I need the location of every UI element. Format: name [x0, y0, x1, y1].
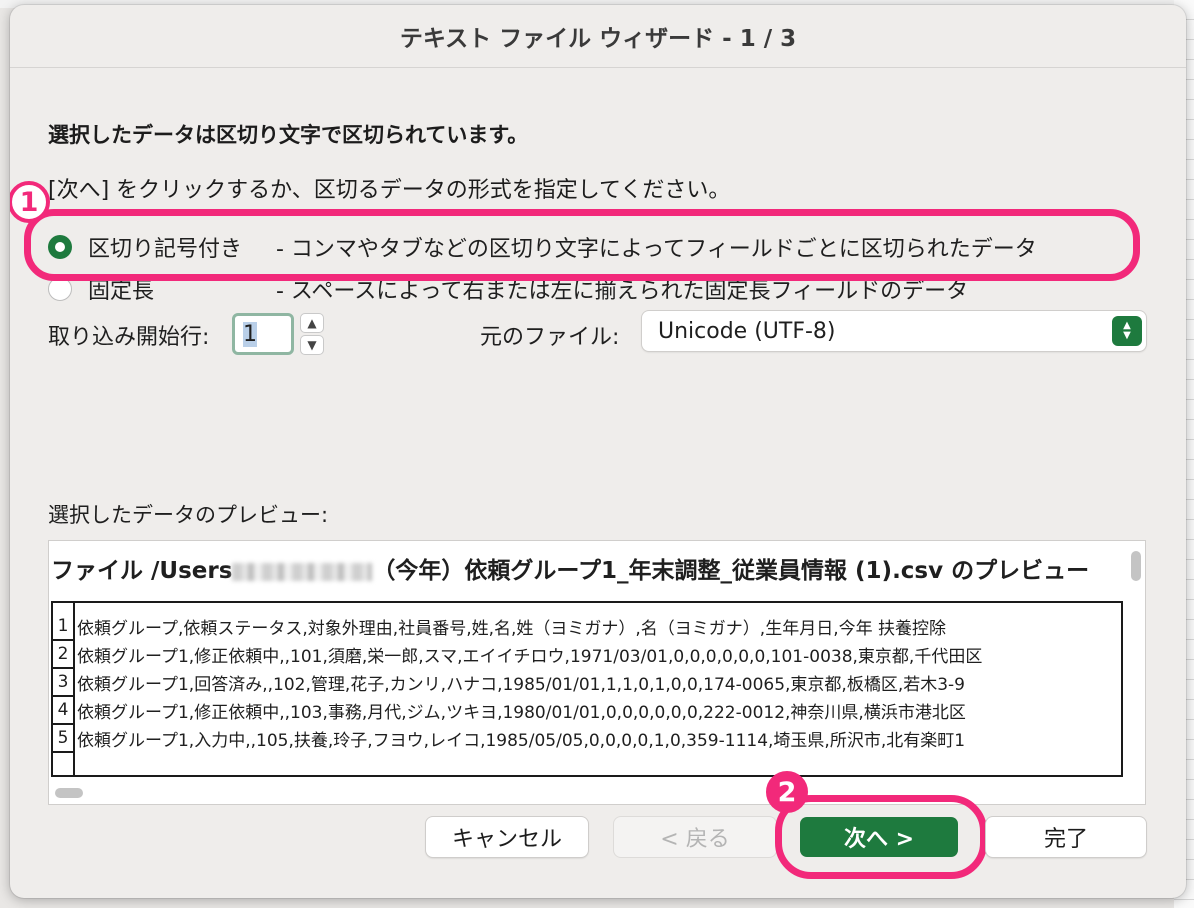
option-description: - コンマやタブなどの区切り文字によってフィールドごとに区切られたデータ [276, 237, 1037, 262]
preview-title: ファイル /Users （今年）依頼グループ1_年末調整_従業員情報 (1).cs… [51, 551, 1089, 585]
option-delimited[interactable]: 区切り記号付き - コンマやタブなどの区切り文字によってフィールドごとに区切られ… [48, 231, 1037, 263]
row-number: 2 [57, 644, 69, 664]
row-text: 依頼グループ1,修正依頼中,,103,事務,月代,ジム,ツキヨ,1980/01/… [77, 702, 966, 723]
cancel-button[interactable]: キャンセル [426, 817, 588, 857]
table-row: 3 依頼グループ1,回答済み,,102,管理,花子,カンリ,ハナコ,1985/0… [53, 667, 1121, 697]
origin-value: Unicode (UTF-8) [658, 318, 836, 344]
start-row-label: 取り込み開始行: [48, 325, 210, 350]
start-row-stepper[interactable]: ▲ ▼ [300, 313, 324, 355]
horizontal-scrollbar[interactable] [55, 788, 83, 798]
dialog-title: テキスト ファイル ウィザード - 1 / 3 [10, 5, 1186, 68]
table-row: 4 依頼グループ1,修正依頼中,,103,事務,月代,ジム,ツキヨ,1980/0… [53, 695, 1121, 725]
row-divider [53, 751, 75, 753]
origin-label: 元のファイル: [480, 325, 620, 350]
preview-grid: 1 依頼グループ,依頼ステータス,対象外理由,社員番号,姓,名,姓（ヨミガナ）,… [51, 601, 1123, 777]
preview-pane[interactable]: ファイル /Users （今年）依頼グループ1_年末調整_従業員情報 (1).cs… [48, 540, 1146, 805]
row-text: 依頼グループ1,入力中,,105,扶養,玲子,フヨウ,レイコ,1985/05/0… [77, 730, 966, 751]
dialog-heading: 選択したデータは区切り文字で区切られています。 [48, 123, 529, 147]
start-row-value: 1 [243, 322, 257, 347]
redacted-username [232, 562, 373, 581]
next-button[interactable]: 次へ > [800, 817, 958, 857]
row-text: 依頼グループ1,回答済み,,102,管理,花子,カンリ,ハナコ,1985/01/… [77, 674, 966, 695]
row-number: 4 [57, 700, 69, 720]
annotation-badge-1: 1 [10, 181, 50, 223]
dialog-instruction: [次へ] をクリックするか、区切るデータの形式を指定してください。 [48, 178, 731, 203]
radio-selected-icon[interactable] [48, 235, 72, 259]
row-text: 依頼グループ1,修正依頼中,,101,須磨,栄一郎,スマ,エイイチロウ,1971… [77, 646, 983, 667]
chevron-up-icon[interactable]: ▲ [300, 313, 324, 333]
preview-title-prefix: ファイル /Users [51, 558, 233, 584]
table-row: 5 依頼グループ1,入力中,,105,扶養,玲子,フヨウ,レイコ,1985/05… [53, 723, 1121, 753]
table-row: 2 依頼グループ1,修正依頼中,,101,須磨,栄一郎,スマ,エイイチロウ,19… [53, 639, 1121, 669]
table-row: 1 依頼グループ,依頼ステータス,対象外理由,社員番号,姓,名,姓（ヨミガナ）,… [53, 611, 1121, 641]
origin-select[interactable]: Unicode (UTF-8) ▲ ▼ [642, 311, 1146, 351]
back-button[interactable]: < 戻る [614, 817, 776, 857]
text-import-wizard-dialog: テキスト ファイル ウィザード - 1 / 3 選択したデータは区切り文字で区切… [10, 5, 1186, 898]
row-text: 依頼グループ,依頼ステータス,対象外理由,社員番号,姓,名,姓（ヨミガナ）,名（… [77, 618, 947, 639]
finish-button[interactable]: 完了 [986, 817, 1146, 857]
chevron-down-icon[interactable]: ▼ [300, 335, 324, 355]
preview-label: 選択したデータのプレビュー: [48, 503, 329, 527]
row-number: 3 [57, 672, 69, 692]
row-number: 1 [57, 616, 69, 636]
vertical-scrollbar[interactable] [1131, 551, 1141, 581]
preview-title-suffix: （今年）依頼グループ1_年末調整_従業員情報 (1).csv のプレビュー [372, 558, 1090, 584]
start-row-input[interactable]: 1 [232, 313, 294, 355]
updown-chevron-icon: ▲ ▼ [1112, 316, 1142, 346]
option-label: 区切り記号付き [88, 237, 243, 262]
annotation-badge-2: 2 [766, 771, 808, 813]
row-number: 5 [57, 728, 69, 748]
